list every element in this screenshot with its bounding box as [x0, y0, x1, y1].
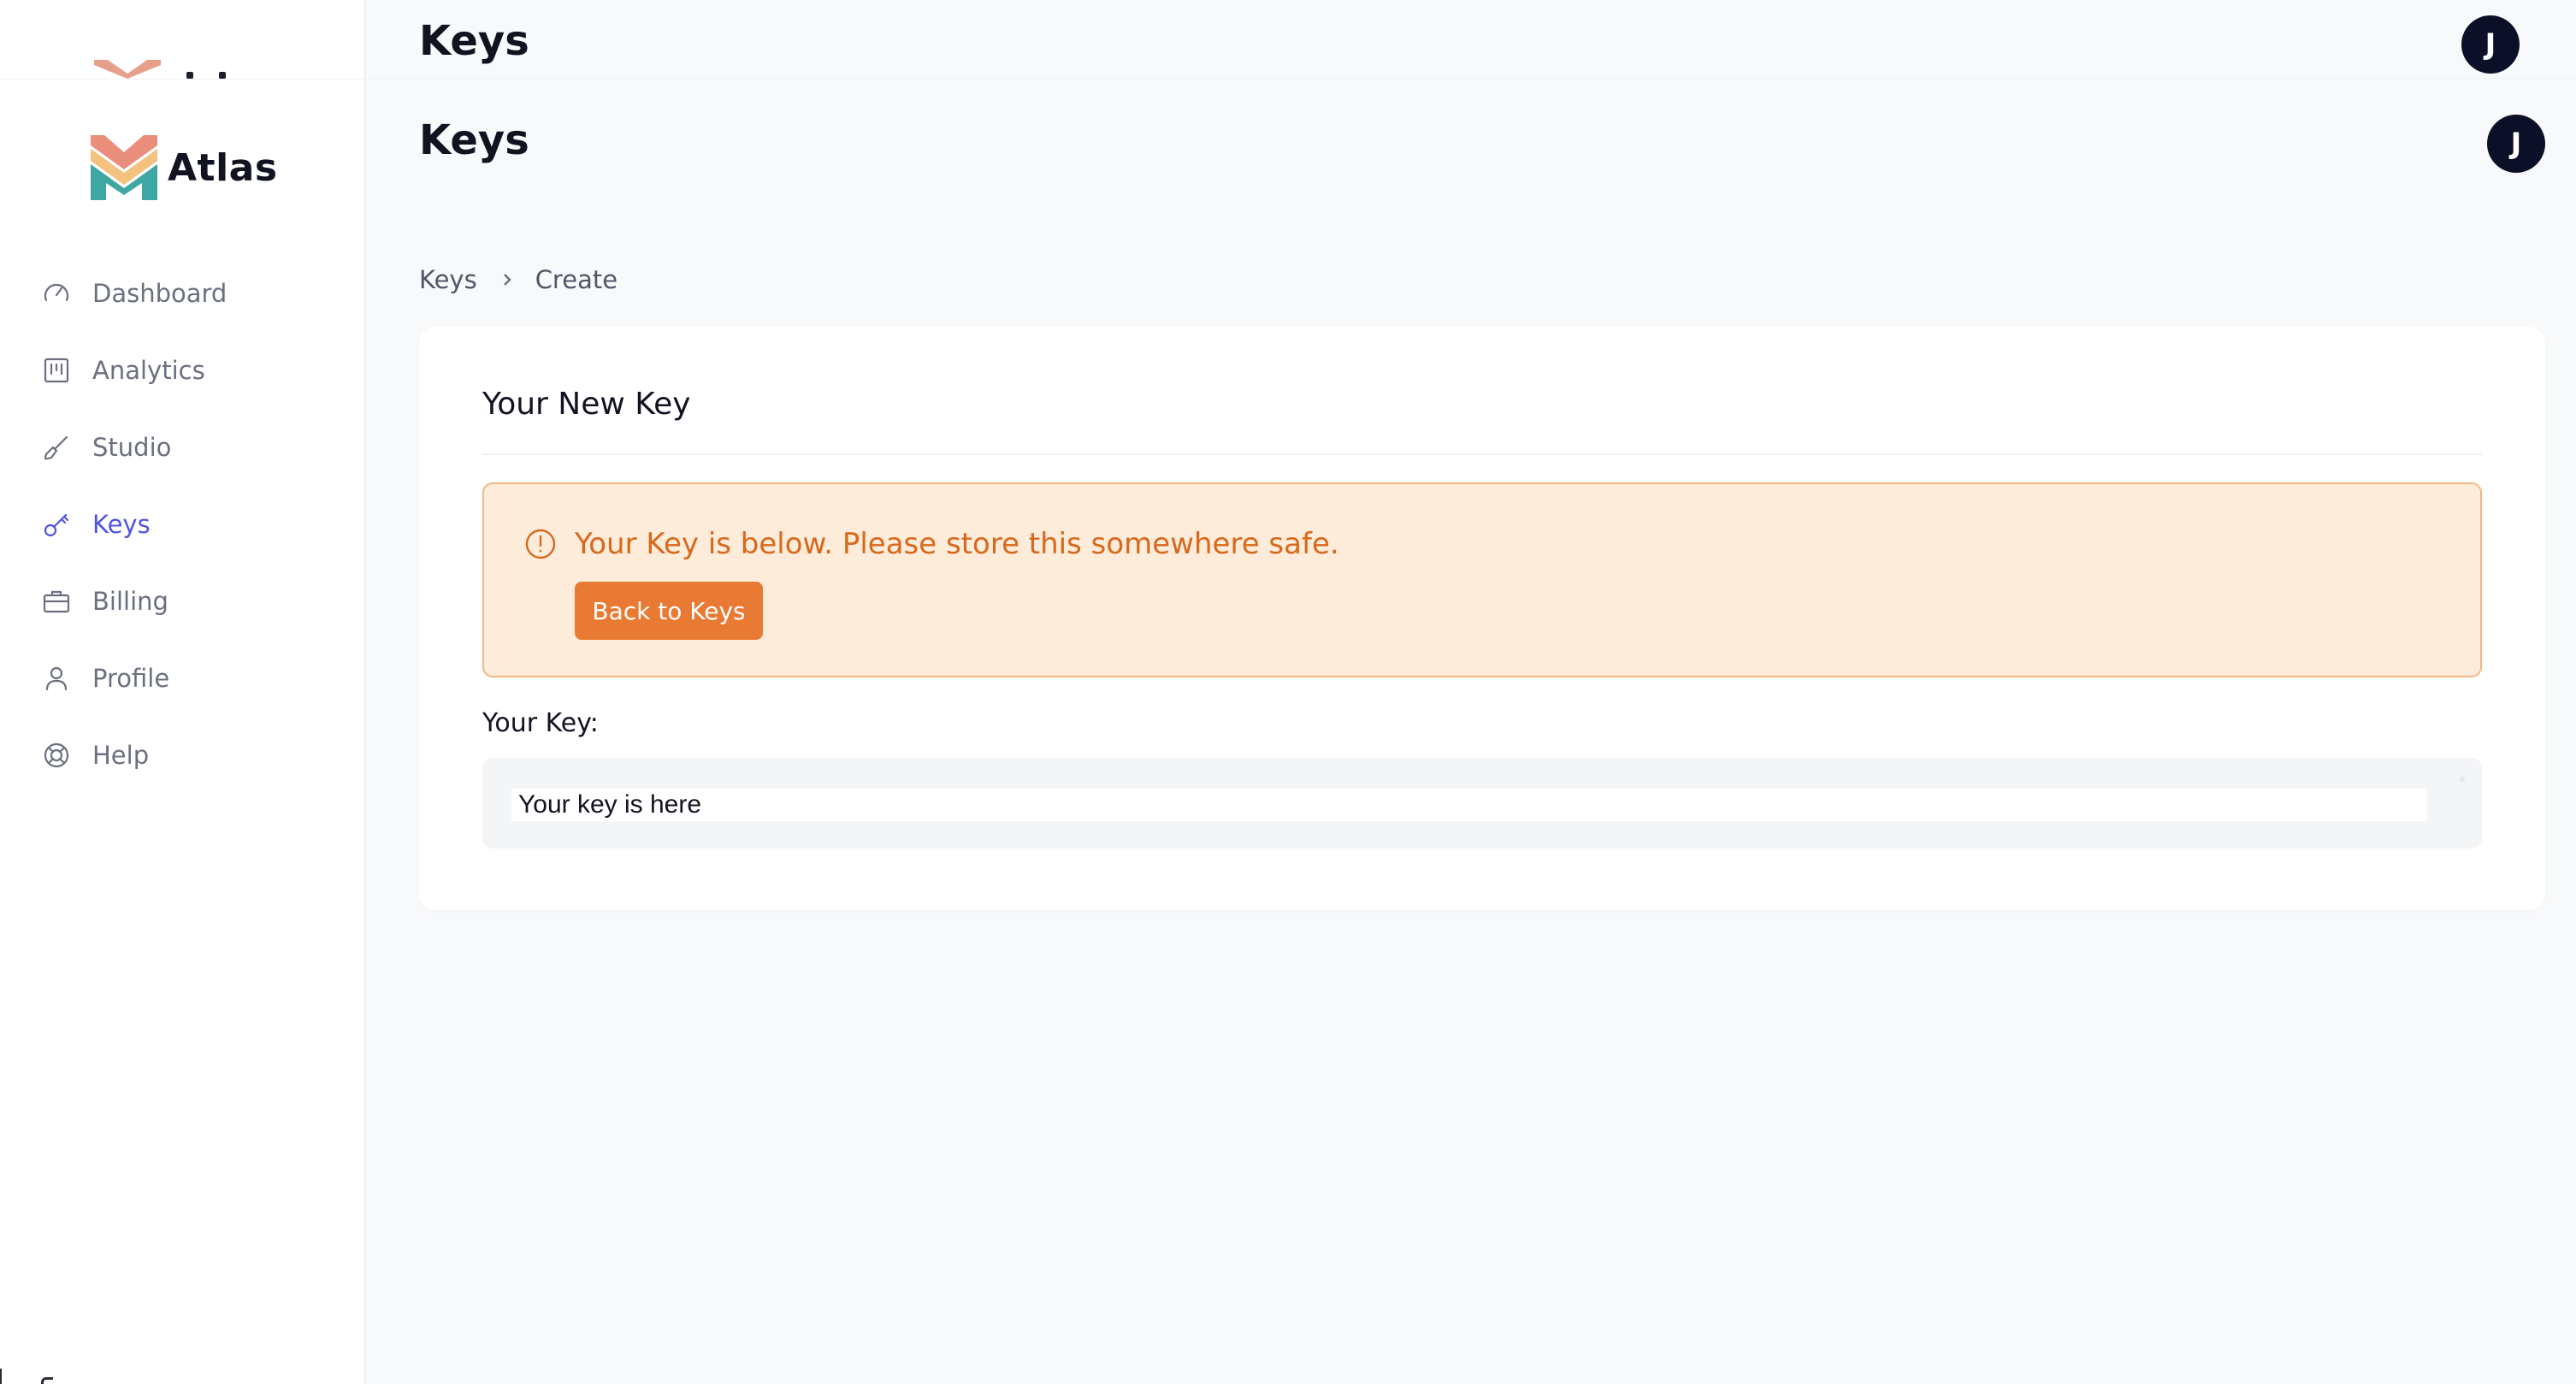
app-logo[interactable]: Atlas [91, 135, 278, 200]
lifebuoy-icon [41, 740, 72, 771]
sidebar-item-label: Keys [92, 510, 151, 539]
page-title: Keys [419, 17, 529, 65]
gauge-icon [41, 278, 72, 309]
sidebar-item-label: Analytics [92, 356, 205, 385]
avatar[interactable]: J [2461, 15, 2520, 74]
key-icon [41, 509, 72, 540]
exclamation-circle-icon [523, 527, 558, 561]
sidebar: Atlas Dashboard Analytics Studio Keys Bi… [0, 0, 366, 1384]
sidebar-item-label: Studio [92, 433, 172, 462]
logo-fragment-dot [186, 72, 193, 79]
logo-fragment-dot [219, 72, 226, 79]
sidebar-item-profile[interactable]: Profile [41, 657, 227, 700]
duplicate-logo-fragment [91, 60, 279, 79]
warning-alert: Your Key is below. Please store this som… [482, 482, 2482, 677]
sidebar-nav: Dashboard Analytics Studio Keys Billing … [41, 272, 227, 811]
sidebar-item-label: Profile [92, 664, 170, 693]
avatar[interactable]: J [2487, 115, 2545, 173]
sidebar-item-label: Help [92, 741, 150, 770]
page-title: Keys [419, 116, 529, 164]
sidebar-item-billing[interactable]: Billing [41, 580, 227, 623]
copy-indicator-icon [2460, 777, 2465, 782]
breadcrumb-link-keys[interactable]: Keys [419, 265, 477, 294]
atlas-logo-fragment-icon [94, 60, 161, 79]
briefcase-icon [41, 586, 72, 617]
brush-icon [41, 432, 72, 463]
chevron-right-icon [499, 272, 515, 287]
breadcrumb-current: Create [535, 265, 618, 294]
sidebar-item-label: Dashboard [92, 279, 227, 308]
window-edge-mark [0, 1369, 2, 1384]
sidebar-item-analytics[interactable]: Analytics [41, 349, 227, 392]
page-header: Keys J [368, 101, 2576, 186]
divider [0, 79, 366, 80]
sidebar-item-studio[interactable]: Studio [41, 426, 227, 469]
chart-columns-icon [41, 355, 72, 386]
key-label: Your Key: [482, 708, 599, 738]
app-name: Atlas [168, 145, 278, 190]
key-value-field[interactable] [511, 789, 2427, 821]
sticky-header: Keys J [368, 0, 2576, 79]
window-edge-mark [41, 1377, 53, 1384]
card-title: Your New Key [482, 387, 691, 422]
alert-message: Your Key is below. Please store this som… [575, 527, 1339, 561]
new-key-card: Your New Key Your Key is below. Please s… [419, 327, 2545, 910]
key-display [482, 758, 2482, 849]
sidebar-item-label: Billing [92, 587, 168, 616]
sidebar-item-dashboard[interactable]: Dashboard [41, 272, 227, 315]
divider [482, 453, 2482, 455]
sidebar-item-help[interactable]: Help [41, 734, 227, 777]
sidebar-item-keys[interactable]: Keys [41, 503, 227, 546]
breadcrumb: Keys Create [419, 265, 617, 294]
user-icon [41, 663, 72, 694]
back-to-keys-button[interactable]: Back to Keys [575, 582, 763, 640]
atlas-logo-icon [91, 135, 157, 200]
